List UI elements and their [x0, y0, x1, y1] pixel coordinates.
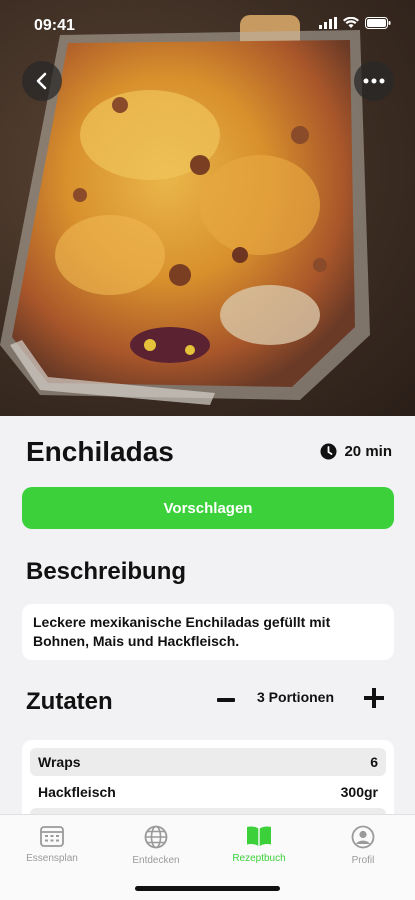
ingredient-row: Hackfleisch 300gr [30, 778, 386, 806]
tab-label: Entdecken [132, 855, 180, 866]
ingredient-amount: 6 [370, 754, 378, 770]
recipe-details: Enchiladas 20 min Vorschlagen Beschreibu… [0, 416, 415, 830]
tab-profil[interactable]: Profil [318, 825, 408, 866]
tab-label: Profil [351, 855, 375, 866]
tab-bar: Essensplan Entdecken Rezeptbuch Profil [0, 814, 415, 900]
duration-text: 20 min [344, 443, 392, 460]
portions-count: 3 Portionen [257, 689, 335, 705]
ingredient-name: Wraps [38, 754, 81, 770]
book-icon [247, 826, 271, 846]
status-bar: 09:41 [0, 0, 415, 50]
globe-icon [144, 825, 168, 849]
ingredient-amount: 300gr [340, 784, 378, 800]
increase-portions-button[interactable] [360, 684, 388, 712]
profile-icon [351, 825, 375, 849]
ingredient-name: Hackfleisch [38, 784, 116, 800]
tab-essensplan[interactable]: Essensplan [7, 825, 97, 864]
status-icons [319, 17, 391, 29]
back-button[interactable] [22, 61, 62, 101]
description-heading: Beschreibung [26, 558, 187, 585]
status-time: 09:41 [34, 17, 75, 34]
tab-label: Rezeptbuch [232, 853, 286, 864]
suggest-button[interactable]: Vorschlagen [22, 487, 394, 529]
wifi-icon [343, 17, 359, 28]
description-text: Leckere mexikanische Enchiladas gefüllt … [33, 614, 331, 649]
tab-entdecken[interactable]: Entdecken [111, 825, 201, 866]
decrease-portions-button[interactable] [214, 688, 238, 712]
tab-rezeptbuch[interactable]: Rezeptbuch [214, 825, 304, 864]
battery-icon [365, 17, 391, 29]
signal-icon [319, 17, 337, 29]
recipe-title: Enchiladas [26, 436, 174, 467]
title-row: Enchiladas 20 min [26, 436, 392, 468]
duration: 20 min [320, 443, 392, 460]
home-indicator [135, 886, 280, 891]
minus-icon [217, 698, 235, 702]
ellipsis-icon [363, 78, 385, 84]
chevron-left-icon [36, 72, 47, 90]
ingredients-header: Zutaten 3 Portionen [26, 684, 388, 720]
recipe-hero-image: 09:41 [0, 0, 415, 416]
ingredient-row: Wraps 6 [30, 748, 386, 776]
ingredients-heading: Zutaten [26, 688, 113, 715]
description-card: Leckere mexikanische Enchiladas gefüllt … [22, 604, 394, 660]
calendar-icon [40, 826, 64, 847]
more-options-button[interactable] [354, 61, 394, 101]
tab-label: Essensplan [26, 853, 78, 864]
clock-icon [320, 443, 337, 460]
